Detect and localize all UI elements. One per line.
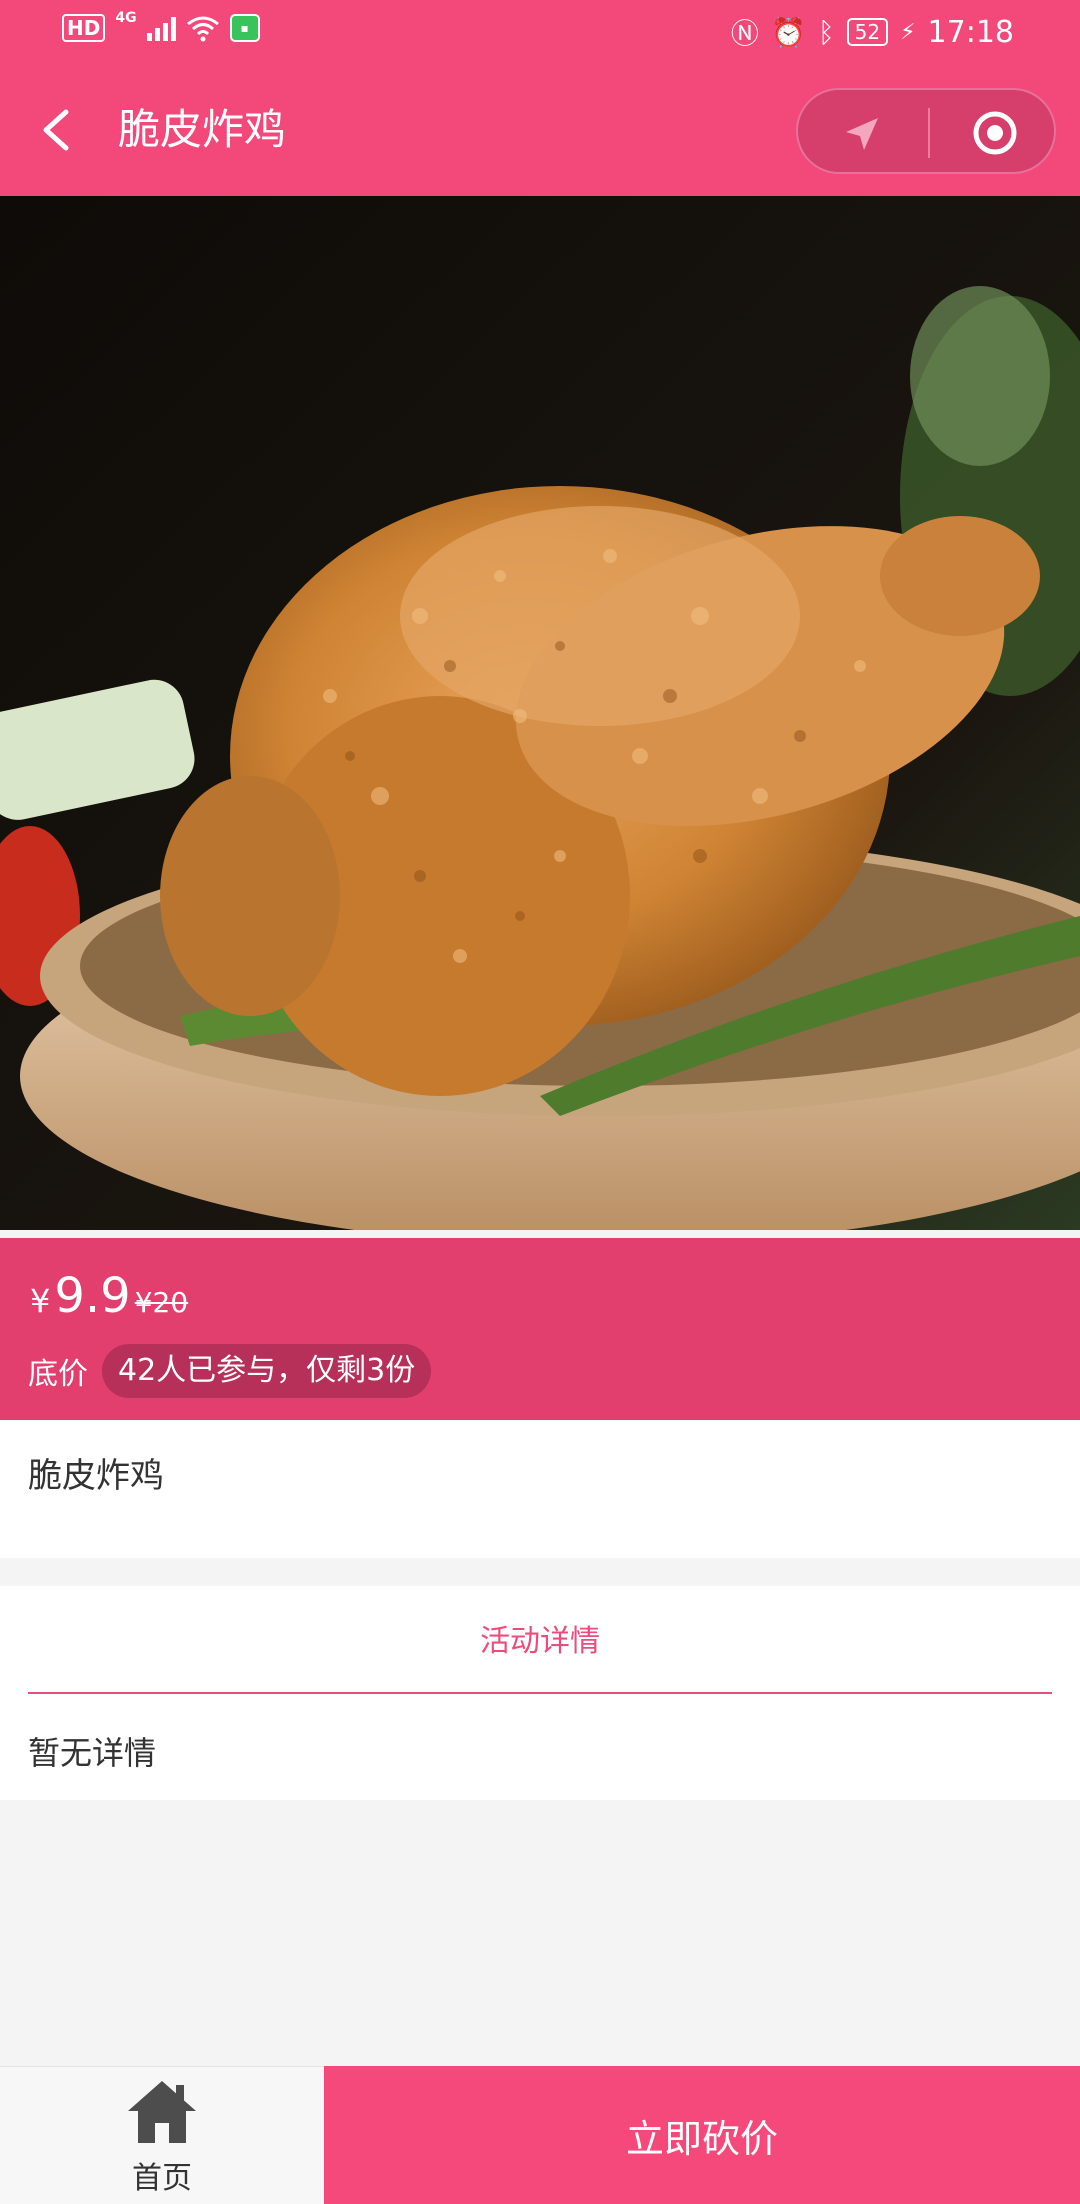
capsule-divider: [928, 108, 930, 158]
participation-badge: 42人已参与，仅剩3份: [102, 1344, 432, 1398]
mini-program-capsule: [796, 88, 1056, 174]
floor-price-row: 底价 42人已参与，仅剩3份: [28, 1344, 432, 1398]
home-button[interactable]: 首页: [0, 2066, 324, 2204]
fried-chicken-illustration: [0, 196, 1080, 1230]
product-image: [0, 196, 1080, 1230]
wifi-icon: [186, 16, 219, 42]
bargain-now-button[interactable]: 立即砍价: [324, 2066, 1080, 2204]
activity-details-card: 活动详情 暂无详情: [0, 1586, 1080, 1800]
network-type: 4G: [115, 10, 137, 26]
original-price: ¥20: [134, 1286, 189, 1319]
home-label: 首页: [132, 2161, 192, 2196]
tab-activity-details[interactable]: 活动详情: [0, 1616, 1080, 1660]
signal-icon: [146, 15, 176, 41]
location-arrow-icon[interactable]: [840, 112, 884, 156]
status-left: HD 4G ▪: [62, 10, 260, 42]
price-row: ¥ 9.9 ¥20: [30, 1268, 188, 1324]
app-notification-icon: ▪: [229, 14, 260, 42]
charging-icon: ⚡: [900, 19, 916, 45]
back-arrow-icon[interactable]: [32, 100, 82, 160]
current-price: 9.9: [54, 1268, 131, 1324]
currency-symbol: ¥: [30, 1282, 51, 1320]
product-name: 脆皮炸鸡: [28, 1456, 164, 1496]
bottom-action-bar: 首页 立即砍价: [0, 2066, 1080, 2204]
floor-price-label: 底价: [28, 1357, 88, 1392]
alarm-icon: ⏰: [770, 15, 806, 49]
bluetooth-icon: ᛒ: [817, 15, 835, 49]
hd-badge: HD: [62, 14, 106, 42]
product-name-card: 脆皮炸鸡: [0, 1420, 1080, 1558]
status-bar: HD 4G ▪ Ⓝ ⏰ ᛒ 52 ⚡ 17:18: [0, 0, 1080, 66]
page-title: 脆皮炸鸡: [118, 105, 287, 154]
details-empty-text: 暂无详情: [28, 1734, 157, 1772]
nav-bar: 脆皮炸鸡: [0, 66, 1080, 196]
price-section: ¥ 9.9 ¥20 底价 42人已参与，仅剩3份: [0, 1238, 1080, 1420]
close-target-icon[interactable]: [972, 110, 1018, 156]
nfc-icon: Ⓝ: [730, 17, 759, 50]
clock: 17:18: [927, 14, 1014, 50]
home-icon: [128, 2081, 196, 2143]
tab-underline: [28, 1692, 1052, 1694]
status-right: Ⓝ ⏰ ᛒ 52 ⚡ 17:18: [731, 12, 1014, 52]
battery-level: 52: [846, 18, 889, 46]
page: HD 4G ▪ Ⓝ ⏰ ᛒ 52 ⚡ 17:18 脆皮炸鸡 ¥ 9.9 ¥20 …: [0, 0, 1080, 2204]
